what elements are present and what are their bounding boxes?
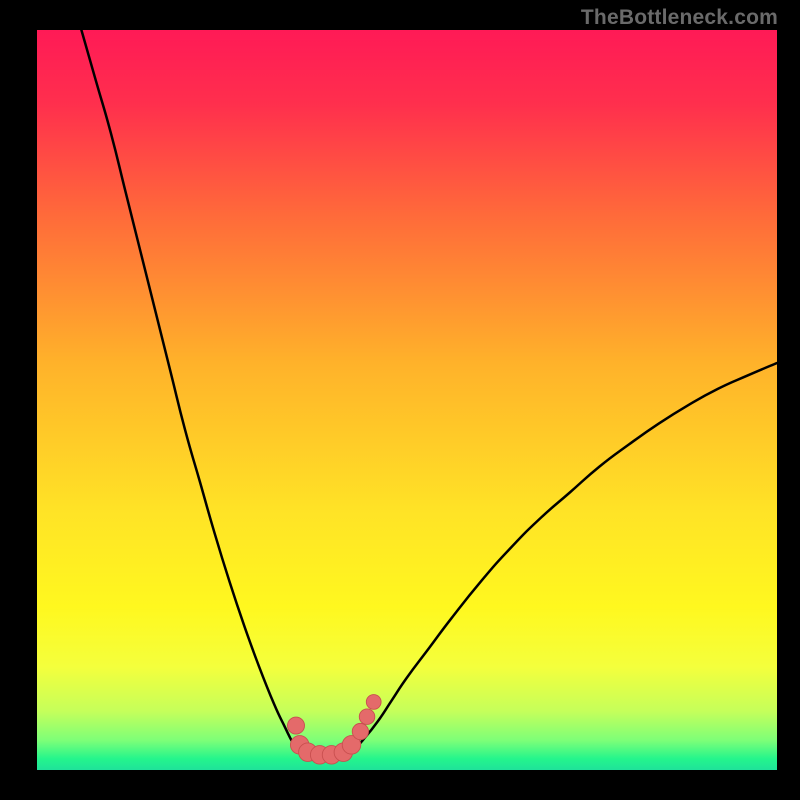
chart-frame: TheBottleneck.com (0, 0, 800, 800)
watermark-text: TheBottleneck.com (581, 6, 778, 30)
data-markers (287, 695, 381, 765)
curve-right-segment (353, 363, 777, 751)
data-marker (366, 695, 381, 710)
curve-left-segment (81, 30, 298, 751)
bottleneck-curve (37, 30, 777, 770)
data-marker (287, 717, 304, 734)
data-marker (359, 709, 375, 725)
data-marker (352, 723, 368, 739)
plot-area (37, 30, 777, 770)
